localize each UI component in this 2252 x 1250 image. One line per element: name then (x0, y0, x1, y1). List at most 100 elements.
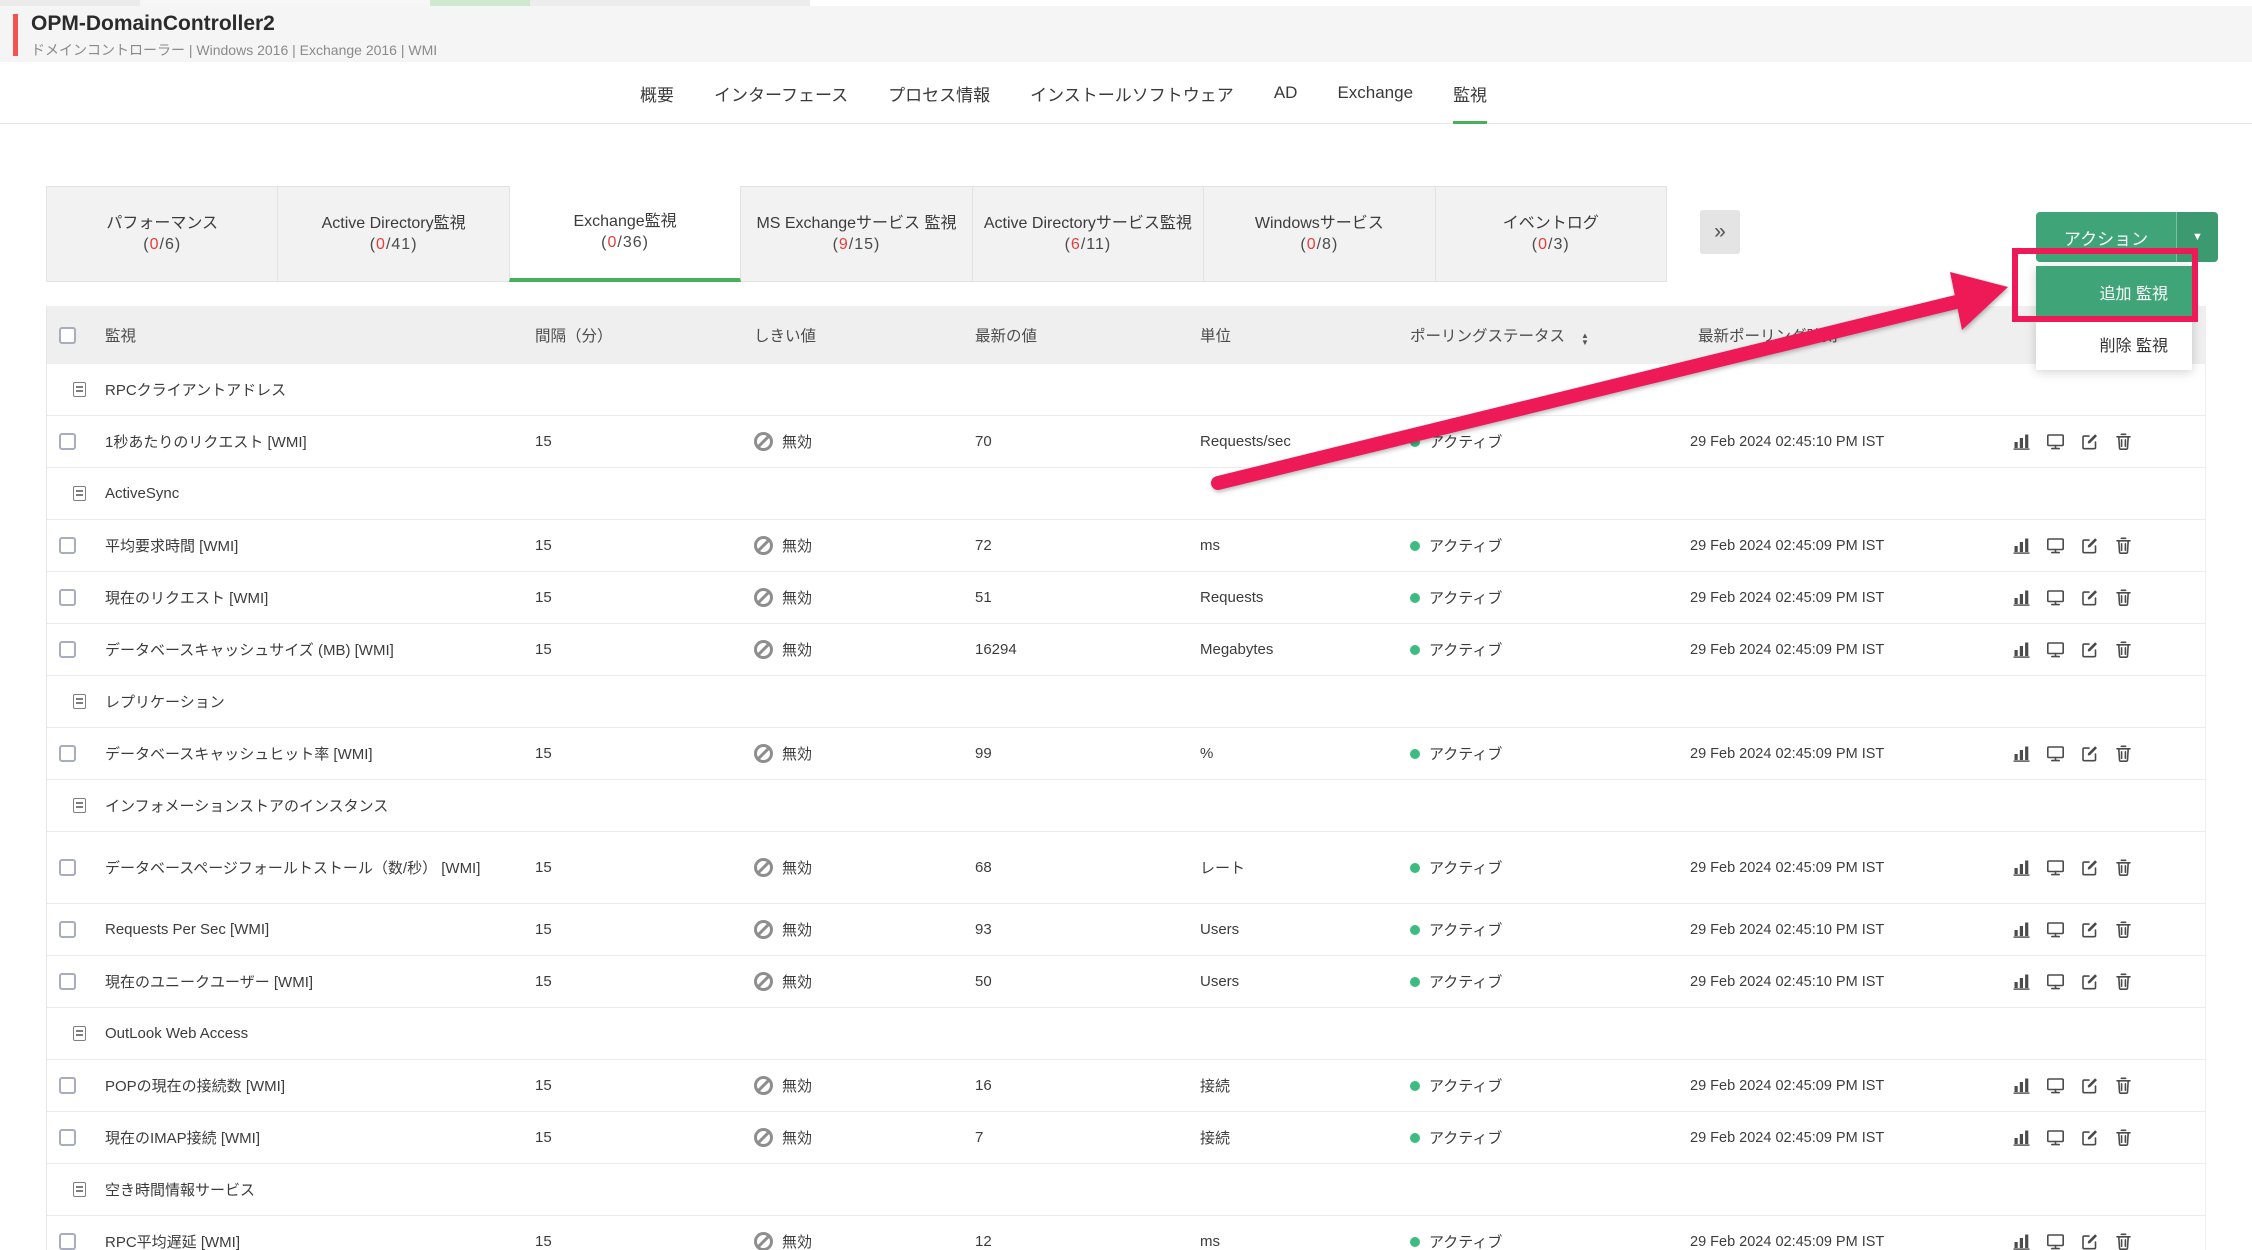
collapse-icon[interactable] (73, 694, 86, 709)
more-tabs-button[interactable]: » (1700, 210, 1740, 254)
sort-icon[interactable]: ▲▼ (1581, 332, 1589, 346)
edit-icon[interactable] (2080, 588, 2099, 607)
row-checkbox[interactable] (59, 589, 76, 606)
collapse-icon[interactable] (73, 382, 86, 397)
tab-overview[interactable]: 概要 (640, 62, 674, 124)
monitor-name[interactable]: RPC平均遅延 [WMI] (105, 1231, 505, 1250)
monitor-icon[interactable] (2046, 536, 2065, 555)
monitor-name[interactable]: データベースページフォールトストール（数/秒） [WMI] (105, 857, 505, 878)
monitor-name[interactable]: 1秒あたりのリクエスト [WMI] (105, 431, 505, 452)
row-checkbox[interactable] (59, 859, 76, 876)
edit-icon[interactable] (2080, 1128, 2099, 1147)
collapse-icon[interactable] (73, 486, 86, 501)
edit-icon[interactable] (2080, 1076, 2099, 1095)
collapse-icon[interactable] (73, 1026, 86, 1041)
row-checkbox[interactable] (59, 921, 76, 938)
edit-icon[interactable] (2080, 858, 2099, 877)
delete-icon[interactable] (2114, 588, 2133, 607)
mtab-windows-services[interactable]: Windowsサービス (0/8) (1204, 187, 1435, 281)
monitor-icon[interactable] (2046, 640, 2065, 659)
delete-icon[interactable] (2114, 1128, 2133, 1147)
monitor-name[interactable]: データベースキャッシュヒット率 [WMI] (105, 743, 505, 764)
edit-icon[interactable] (2080, 972, 2099, 991)
mtab-ad-services[interactable]: Active Directoryサービス監視 (6/11) (973, 187, 1204, 281)
tab-process-info[interactable]: プロセス情報 (888, 62, 990, 124)
last-polled-time: 29 Feb 2024 02:45:10 PM IST (1690, 434, 2010, 450)
chart-icon[interactable] (2012, 536, 2031, 555)
unit-value: ms (1200, 1233, 1410, 1250)
mtab-event-log[interactable]: イベントログ (0/3) (1436, 187, 1666, 281)
edit-icon[interactable] (2080, 536, 2099, 555)
row-checkbox[interactable] (59, 1077, 76, 1094)
row-checkbox[interactable] (59, 745, 76, 762)
mtab-performance[interactable]: パフォーマンス (0/6) (47, 187, 278, 281)
monitor-icon[interactable] (2046, 972, 2065, 991)
row-checkbox[interactable] (59, 641, 76, 658)
actions-button[interactable]: アクション ▼ (2036, 212, 2218, 262)
monitor-name[interactable]: Requests Per Sec [WMI] (105, 921, 505, 938)
monitor-name[interactable]: POPの現在の接続数 [WMI] (105, 1075, 505, 1096)
col-header-polling-status[interactable]: ポーリングステータス ▲▼ (1410, 324, 1690, 346)
delete-icon[interactable] (2114, 744, 2133, 763)
delete-icon[interactable] (2114, 536, 2133, 555)
select-all-checkbox[interactable] (59, 327, 76, 344)
chart-icon[interactable] (2012, 588, 2031, 607)
collapse-icon[interactable] (73, 1182, 86, 1197)
tab-ad[interactable]: AD (1274, 62, 1298, 124)
mtab-ms-exchange-services[interactable]: MS Exchangeサービス 監視 (9/15) (741, 187, 972, 281)
delete-icon[interactable] (2114, 972, 2133, 991)
monitor-icon[interactable] (2046, 1076, 2065, 1095)
monitor-icon[interactable] (2046, 588, 2065, 607)
status-cell: アクティブ (1410, 743, 1690, 764)
monitor-icon[interactable] (2046, 858, 2065, 877)
tab-interfaces[interactable]: インターフェース (714, 62, 848, 124)
row-checkbox[interactable] (59, 433, 76, 450)
row-checkbox[interactable] (59, 537, 76, 554)
monitor-name[interactable]: 現在のリクエスト [WMI] (105, 587, 505, 608)
row-checkbox[interactable] (59, 973, 76, 990)
chart-icon[interactable] (2012, 1076, 2031, 1095)
edit-icon[interactable] (2080, 432, 2099, 451)
chart-icon[interactable] (2012, 432, 2031, 451)
delete-icon[interactable] (2114, 858, 2133, 877)
chart-icon[interactable] (2012, 640, 2031, 659)
chart-icon[interactable] (2012, 858, 2031, 877)
monitor-name[interactable]: 現在のIMAP接続 [WMI] (105, 1127, 505, 1148)
monitor-icon[interactable] (2046, 744, 2065, 763)
tab-exchange[interactable]: Exchange (1337, 62, 1413, 124)
menu-item-add-monitor[interactable]: 追加 監視 (2036, 266, 2192, 318)
menu-item-delete-monitor[interactable]: 削除 監視 (2036, 318, 2192, 370)
mtab-exchange[interactable]: Exchange監視 (0/36) (509, 186, 741, 282)
chart-icon[interactable] (2012, 1232, 2031, 1250)
unit-value: Requests/sec (1200, 433, 1410, 450)
row-checkbox[interactable] (59, 1233, 76, 1250)
edit-icon[interactable] (2080, 640, 2099, 659)
monitor-name[interactable]: データベースキャッシュサイズ (MB) [WMI] (105, 639, 505, 660)
monitor-icon[interactable] (2046, 1232, 2065, 1250)
chart-icon[interactable] (2012, 744, 2031, 763)
monitor-icon[interactable] (2046, 1128, 2065, 1147)
edit-icon[interactable] (2080, 1232, 2099, 1250)
row-checkbox[interactable] (59, 1129, 76, 1146)
interval-value: 15 (505, 1233, 750, 1250)
tab-monitors[interactable]: 監視 (1453, 62, 1487, 124)
chart-icon[interactable] (2012, 920, 2031, 939)
monitor-icon[interactable] (2046, 920, 2065, 939)
collapse-icon[interactable] (73, 798, 86, 813)
delete-icon[interactable] (2114, 920, 2133, 939)
edit-icon[interactable] (2080, 920, 2099, 939)
device-header: OPM-DomainController2 ドメインコントローラー | Wind… (0, 6, 2252, 62)
chart-icon[interactable] (2012, 1128, 2031, 1147)
row-actions (2010, 432, 2205, 451)
delete-icon[interactable] (2114, 640, 2133, 659)
edit-icon[interactable] (2080, 744, 2099, 763)
monitor-name[interactable]: 平均要求時間 [WMI] (105, 535, 505, 556)
mtab-active-directory[interactable]: Active Directory監視 (0/41) (278, 187, 509, 281)
monitor-name[interactable]: 現在のユニークユーザー [WMI] (105, 971, 505, 992)
tab-installed-software[interactable]: インストールソフトウェア (1030, 62, 1234, 124)
delete-icon[interactable] (2114, 1232, 2133, 1250)
chart-icon[interactable] (2012, 972, 2031, 991)
monitor-icon[interactable] (2046, 432, 2065, 451)
delete-icon[interactable] (2114, 1076, 2133, 1095)
delete-icon[interactable] (2114, 432, 2133, 451)
